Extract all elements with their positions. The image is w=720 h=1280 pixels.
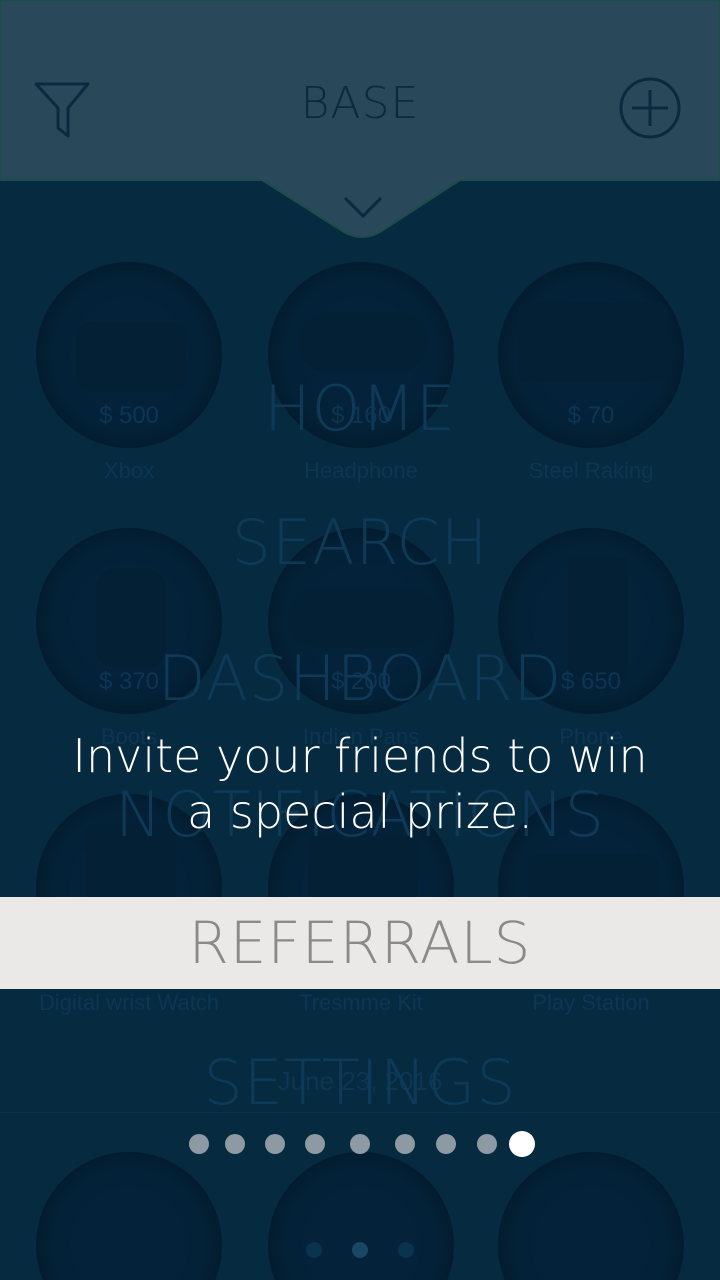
page-indicator bbox=[0, 1130, 720, 1158]
product-name: Digital wrist Watch bbox=[38, 990, 220, 1015]
product-image bbox=[498, 1152, 684, 1280]
add-circle-icon[interactable] bbox=[616, 74, 684, 142]
menu-item-search: SEARCH bbox=[231, 506, 489, 579]
page-dot-active[interactable] bbox=[509, 1131, 535, 1157]
onboarding-message: Invite your friends to win a special pri… bbox=[72, 729, 648, 839]
product-name: Play Station bbox=[532, 990, 650, 1015]
background-carousel-dots bbox=[0, 1240, 720, 1260]
menu-item-dashboard: DASHBOARD bbox=[157, 642, 563, 715]
page-dot[interactable] bbox=[265, 1134, 285, 1154]
carousel-dot bbox=[398, 1242, 414, 1258]
page-title: BASE bbox=[300, 78, 420, 129]
menu-item-settings: SETTINGS bbox=[203, 1046, 517, 1119]
product-card-row4-2 bbox=[268, 1152, 458, 1280]
carousel-dot bbox=[306, 1242, 322, 1258]
app-header: BASE bbox=[0, 0, 720, 240]
product-name: Headphone bbox=[304, 458, 418, 483]
product-image bbox=[268, 1152, 454, 1280]
page-dot[interactable] bbox=[477, 1134, 497, 1154]
page-dot[interactable] bbox=[225, 1134, 245, 1154]
menu-item-home: HOME bbox=[263, 372, 457, 445]
product-card-row4-1 bbox=[36, 1152, 226, 1280]
page-dot[interactable] bbox=[436, 1134, 456, 1154]
product-image bbox=[36, 1152, 222, 1280]
page-dot[interactable] bbox=[395, 1134, 415, 1154]
product-card-row4-3 bbox=[498, 1152, 688, 1280]
carousel-dot bbox=[352, 1242, 368, 1258]
menu-item-referrals[interactable]: REFERRALS bbox=[0, 897, 720, 989]
product-name: Tresmme Kit bbox=[299, 990, 423, 1015]
product-name: Steel Raking bbox=[528, 458, 654, 483]
referrals-label: REFERRALS bbox=[188, 909, 532, 977]
chevron-down-icon[interactable] bbox=[340, 190, 386, 224]
tutorial-overlay-screen: $ 500 Xbox $ 160 Headphone $ 70 Steel Ra… bbox=[0, 0, 720, 1280]
product-name: Xbox bbox=[103, 458, 155, 483]
page-dot[interactable] bbox=[305, 1134, 325, 1154]
page-dot[interactable] bbox=[189, 1134, 209, 1154]
page-dot[interactable] bbox=[350, 1134, 370, 1154]
